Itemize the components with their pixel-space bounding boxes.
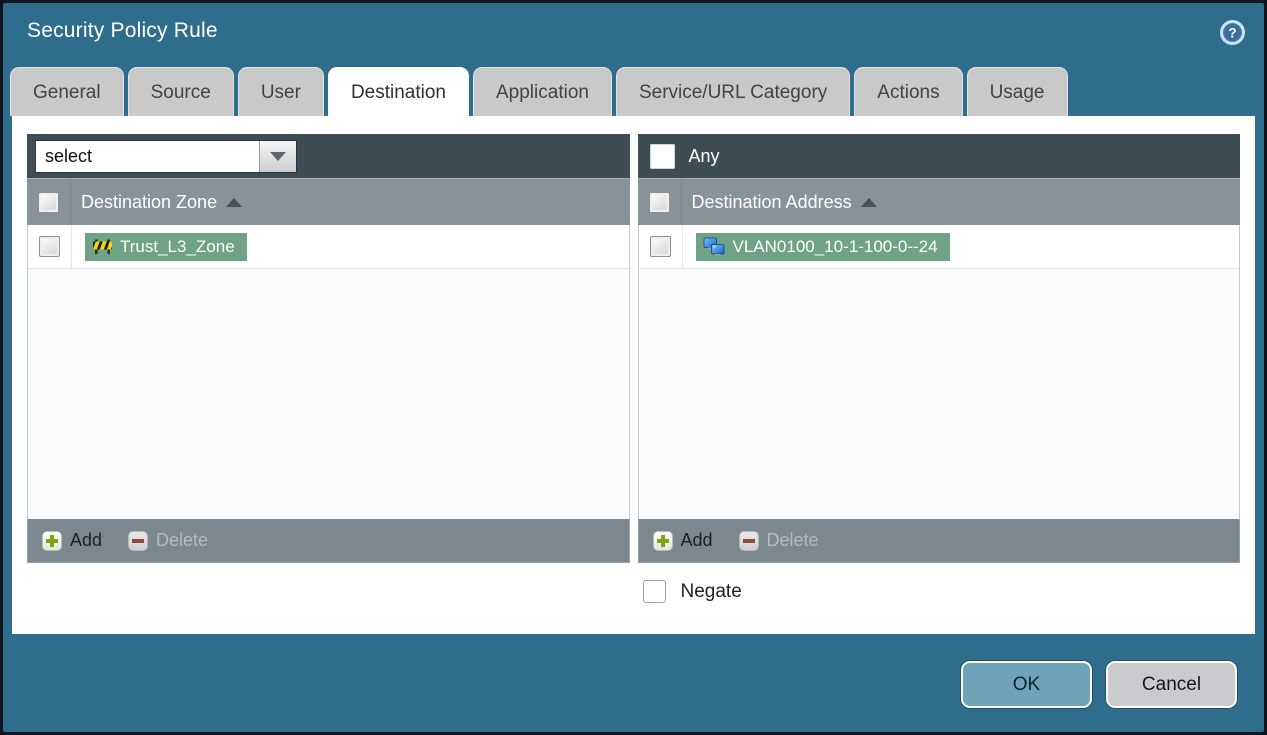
zone-item-label: Trust_L3_Zone <box>120 236 235 256</box>
tab-actions[interactable]: Actions <box>854 67 963 116</box>
address-rows: VLAN0100_10-1-100-0--24 <box>637 225 1240 519</box>
tab-strip: General Source User Destination Applicat… <box>3 67 1264 116</box>
tab-usage[interactable]: Usage <box>966 67 1068 116</box>
ok-button[interactable]: OK <box>961 661 1092 708</box>
address-add-label: Add <box>680 530 713 550</box>
destination-zone-panel: Destination Zone <box>27 134 630 563</box>
address-column-title[interactable]: Destination Address <box>682 192 877 213</box>
delete-icon <box>128 530 149 551</box>
any-label: Any <box>688 145 720 166</box>
negate-checkbox[interactable] <box>642 580 666 603</box>
address-delete-label: Delete <box>766 530 819 550</box>
address-add-button[interactable]: Add <box>652 530 713 551</box>
address-column-label: Destination Address <box>691 191 852 212</box>
zone-rows: Trust_L3_Zone <box>27 225 630 519</box>
address-row-checkbox-cell <box>639 225 683 268</box>
address-icon <box>703 237 724 256</box>
zone-select-all-checkbox[interactable] <box>38 191 59 213</box>
address-item-vlan0100[interactable]: VLAN0100_10-1-100-0--24 <box>695 232 950 261</box>
tab-source[interactable]: Source <box>127 67 234 116</box>
zone-delete-button[interactable]: Delete <box>128 530 208 551</box>
zone-column-header: Destination Zone <box>27 178 630 225</box>
add-icon <box>652 530 673 551</box>
tab-user[interactable]: User <box>237 67 324 116</box>
any-wrap: Any <box>646 143 720 169</box>
address-delete-button[interactable]: Delete <box>738 530 819 551</box>
zone-add-label: Add <box>70 530 103 550</box>
zone-icon <box>93 239 112 254</box>
panels: Destination Zone <box>27 134 1240 563</box>
negate-row: Negate <box>27 580 1240 603</box>
sort-ascending-icon <box>226 197 243 207</box>
delete-icon <box>738 530 759 551</box>
table-row: Trust_L3_Zone <box>28 225 629 269</box>
table-row: VLAN0100_10-1-100-0--24 <box>638 225 1239 269</box>
address-column-header: Destination Address <box>637 178 1240 225</box>
tab-application[interactable]: Application <box>473 67 612 116</box>
negate-left-spacer <box>27 580 630 603</box>
address-toolbar: Any <box>637 134 1240 178</box>
svg-text:?: ? <box>1228 26 1236 41</box>
negate-wrap: Negate <box>638 580 1241 603</box>
help-icon[interactable]: ? <box>1219 19 1246 46</box>
sort-ascending-icon <box>860 197 877 207</box>
zone-delete-label: Delete <box>156 530 209 550</box>
tab-general[interactable]: General <box>10 67 124 116</box>
chevron-down-icon <box>270 151 286 161</box>
zone-add-button[interactable]: Add <box>42 530 102 551</box>
zone-select-all-cell <box>27 179 71 225</box>
cancel-button[interactable]: Cancel <box>1106 661 1237 708</box>
destination-tab-content: Destination Zone <box>12 116 1255 634</box>
address-row-checkbox[interactable] <box>649 236 671 257</box>
dialog-footer: OK Cancel <box>3 634 1264 732</box>
zone-panel-footer: Add Delete <box>27 519 630 563</box>
negate-label: Negate <box>680 580 742 602</box>
dialog-title: Security Policy Rule <box>27 19 218 42</box>
zone-item-trust-l3-zone[interactable]: Trust_L3_Zone <box>85 232 247 261</box>
address-item-label: VLAN0100_10-1-100-0--24 <box>732 236 938 256</box>
zone-toolbar <box>27 134 630 178</box>
address-select-all-checkbox[interactable] <box>648 191 670 213</box>
zone-select-dropdown-button[interactable] <box>259 140 296 172</box>
add-icon <box>42 530 62 551</box>
tab-destination[interactable]: Destination <box>327 67 469 116</box>
any-checkbox[interactable] <box>649 143 675 169</box>
zone-row-checkbox[interactable] <box>39 236 60 257</box>
tab-service-url-category[interactable]: Service/URL Category <box>615 67 851 116</box>
zone-column-label: Destination Zone <box>81 191 218 212</box>
zone-select-input[interactable] <box>36 140 259 172</box>
zone-column-title[interactable]: Destination Zone <box>71 191 243 213</box>
security-policy-rule-dialog: Security Policy Rule ? General Source Us… <box>0 0 1267 735</box>
zone-row-checkbox-cell <box>28 225 72 268</box>
zone-select-combobox[interactable] <box>35 139 297 173</box>
titlebar: Security Policy Rule ? <box>3 3 1264 67</box>
negate-right-half: Negate <box>638 580 1241 603</box>
address-panel-footer: Add Delete <box>637 519 1240 563</box>
destination-address-panel: Any Destination Address VLAN0100_10-1-10… <box>637 134 1240 563</box>
address-select-all-cell <box>638 179 682 225</box>
